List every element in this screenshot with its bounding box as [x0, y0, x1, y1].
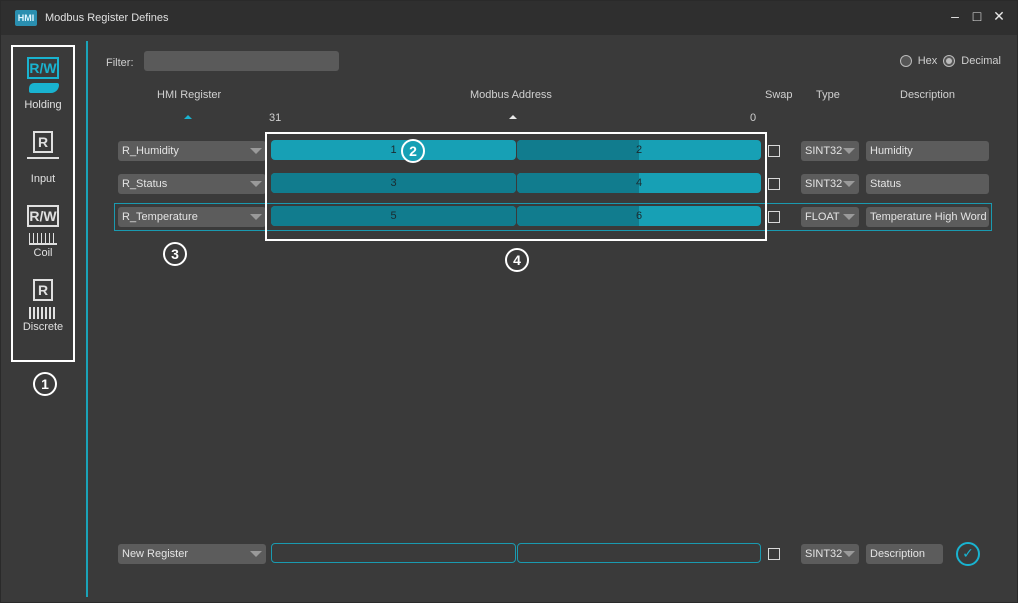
input-glyph-label: R: [33, 131, 53, 153]
discrete-input-icon: R: [23, 277, 63, 321]
new-address-high[interactable]: [271, 543, 516, 563]
title-bar: HMI Modbus Register Defines – □ ✕: [1, 1, 1017, 35]
sidebar-item-label: Holding: [24, 99, 62, 111]
checkmark-icon: ✓: [962, 545, 974, 561]
description-field[interactable]: Status: [866, 174, 989, 194]
column-header-modbus-address[interactable]: Modbus Address: [470, 89, 552, 101]
hex-radio[interactable]: [899, 55, 912, 67]
address-value: 2: [635, 144, 643, 156]
holding-glyph-label: R/W: [27, 57, 59, 79]
description-field[interactable]: Humidity: [866, 141, 989, 161]
register-select[interactable]: R_Temperature: [118, 207, 266, 227]
coil-glyph-label: R/W: [27, 205, 59, 227]
number-format-group: Hex Decimal: [899, 55, 1001, 67]
new-type-select[interactable]: SINT32: [801, 544, 859, 564]
address-fill: [517, 140, 639, 160]
new-address-low[interactable]: [517, 543, 761, 563]
column-header-hmi-register[interactable]: HMI Register: [157, 89, 221, 101]
address-cell-high[interactable]: 5: [271, 206, 516, 226]
minimize-button[interactable]: –: [949, 8, 961, 25]
input-register-icon: R: [23, 129, 63, 173]
sidebar-item-input[interactable]: R Input: [13, 129, 73, 185]
window-controls: – □ ✕: [949, 8, 1005, 25]
type-select[interactable]: SINT32: [801, 141, 859, 161]
swap-checkbox[interactable]: [768, 145, 780, 157]
new-description-field[interactable]: Description: [866, 544, 943, 564]
sort-indicator-icon: [509, 115, 517, 119]
description-field[interactable]: Temperature High Word: [866, 207, 989, 227]
register-type-panel: R/W Holding R Input R/W Coil R Discrete: [11, 45, 75, 362]
decimal-radio[interactable]: [943, 55, 956, 67]
type-select[interactable]: SINT32: [801, 174, 859, 194]
address-cell-low[interactable]: 4: [517, 173, 761, 193]
decimal-label: Decimal: [961, 55, 1001, 67]
filter-input[interactable]: [144, 51, 339, 71]
modbus-register-window: HMI Modbus Register Defines – □ ✕ R/W Ho…: [0, 0, 1018, 603]
sort-asc-icon: [184, 115, 192, 119]
address-value: 4: [635, 177, 643, 189]
address-cell-high[interactable]: 3: [271, 173, 516, 193]
callout-1: 1: [33, 372, 57, 396]
sidebar-item-discrete[interactable]: R Discrete: [13, 277, 73, 333]
maximize-button[interactable]: □: [971, 8, 983, 25]
swap-checkbox[interactable]: [768, 178, 780, 190]
register-select[interactable]: R_Humidity: [118, 141, 266, 161]
bit-low-label: 0: [750, 112, 757, 124]
swap-checkbox[interactable]: [768, 211, 780, 223]
sidebar-item-coil[interactable]: R/W Coil: [13, 203, 73, 259]
window-title: Modbus Register Defines: [45, 12, 169, 24]
callout-3: 3: [163, 242, 187, 266]
sidebar-item-label: Coil: [33, 247, 53, 259]
discrete-glyph-label: R: [33, 279, 53, 301]
address-value: 5: [390, 210, 397, 222]
filter-label: Filter:: [106, 57, 134, 69]
address-cell-low[interactable]: 2: [517, 140, 761, 160]
bars-icon: [29, 307, 57, 319]
coil-winding-icon: [29, 233, 57, 245]
bit-high-label: 31: [269, 112, 282, 124]
sidebar-item-holding[interactable]: R/W Holding: [13, 55, 73, 111]
address-cell-low[interactable]: 6: [517, 206, 761, 226]
column-header-type: Type: [816, 89, 840, 101]
address-fill: [517, 206, 639, 226]
address-fill: [517, 173, 639, 193]
address-value: 6: [635, 210, 643, 222]
panel-divider: [86, 41, 88, 597]
callout-4: 4: [505, 248, 529, 272]
sidebar-item-label: Input: [30, 173, 56, 185]
table-icon: [27, 157, 59, 173]
column-header-description: Description: [900, 89, 956, 101]
new-swap-checkbox[interactable]: [768, 548, 780, 560]
hand-icon: [29, 83, 59, 93]
register-select[interactable]: R_Status: [118, 174, 266, 194]
close-button[interactable]: ✕: [993, 8, 1005, 25]
coil-icon: R/W: [23, 203, 63, 247]
new-register-select[interactable]: New Register: [118, 544, 266, 564]
holding-register-icon: R/W: [23, 55, 63, 99]
callout-2: 2: [401, 139, 425, 163]
hex-label: Hex: [917, 55, 938, 67]
address-value: 1: [390, 144, 397, 156]
address-cell-high[interactable]: 1: [271, 140, 516, 160]
address-value: 3: [390, 177, 397, 189]
type-select[interactable]: FLOAT: [801, 207, 859, 227]
confirm-add-button[interactable]: ✓: [956, 542, 980, 566]
app-logo-icon: HMI: [15, 10, 37, 26]
sidebar-item-label: Discrete: [22, 321, 64, 333]
column-header-swap: Swap: [765, 89, 793, 101]
